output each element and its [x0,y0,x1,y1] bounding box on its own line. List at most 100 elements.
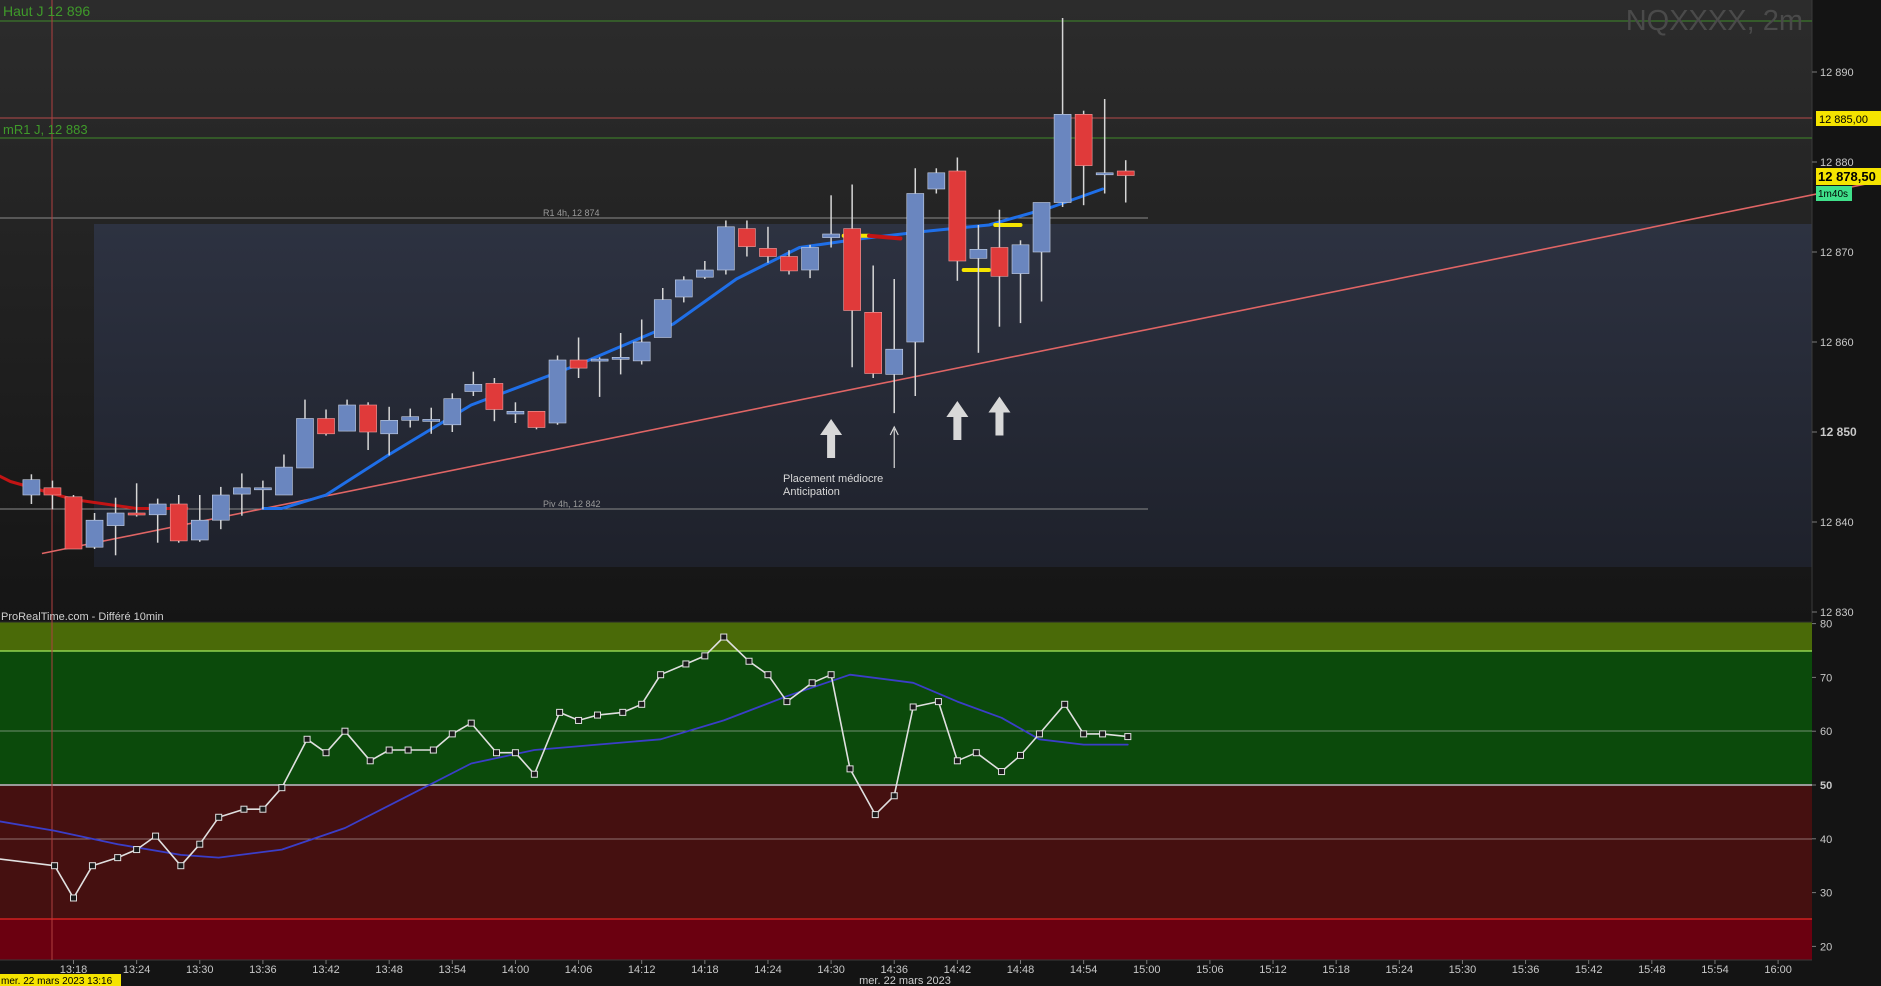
candle-body [948,170,967,262]
candle-body [990,247,1009,277]
candle-body [275,466,293,496]
candle-body [464,383,483,392]
price-tick-label: 12 880 [1820,157,1854,169]
rsi-point [448,730,456,738]
time-tick-label: 15:24 [1386,964,1414,976]
time-tick-label: 13:36 [249,964,277,976]
rsi-point [619,708,627,716]
time-tick-label: 14:24 [754,964,782,976]
candle-body [632,341,651,362]
rsi-tick-label: 20 [1820,941,1832,953]
candle-body [527,410,546,428]
time-tick-label: 15:54 [1701,964,1729,976]
candle-body [738,228,756,247]
candle-body [906,193,925,343]
rsi-point [871,811,879,819]
rsi-point [594,711,602,719]
candle-body [1074,114,1093,166]
candle-body [717,226,735,271]
rsi-point [909,703,917,711]
time-tick-label: 14:12 [628,964,656,976]
level-piv-4h-label: Piv 4h, 12 842 [543,499,601,509]
rsi-point [70,894,77,902]
rsi-point [196,840,204,848]
level-mr1-j-label: mR1 J, 12 883 [3,122,88,137]
candle-body [864,311,882,374]
rsi-point [783,698,791,706]
time-tick-label: 14:06 [565,964,593,976]
annotation-anticipation: Anticipation [783,486,840,498]
rsi-zone-green [0,651,1812,785]
rsi-point [88,862,96,870]
time-tick-label: 15:00 [1133,964,1161,976]
candle-body [254,487,272,491]
rsi-point [657,671,665,679]
rsi-point [846,765,854,773]
time-tick-label: 14:18 [691,964,719,976]
time-tick-label: 15:36 [1512,964,1540,976]
rsi-point [1061,700,1069,708]
time-tick-label: 13:30 [186,964,214,976]
time-tick-label: 14:54 [1070,964,1098,976]
time-tick-label: 15:18 [1322,964,1350,976]
candle-body [317,418,335,435]
time-tick-label: 15:30 [1449,964,1477,976]
candle-body [85,519,104,548]
rsi-point [467,719,475,727]
candle-body [927,172,946,190]
candle-body [1053,114,1072,203]
time-tick-label: 13:42 [312,964,340,976]
candle-body [106,512,125,526]
rsi-point [366,757,374,765]
time-tick-label: 15:06 [1196,964,1224,976]
rsi-point [404,746,412,754]
price-tick-label: 12 890 [1820,67,1854,79]
candle-body [212,494,230,521]
time-tick-label: 14:00 [502,964,530,976]
rsi-point [177,862,185,870]
trading-chart[interactable]: Haut J 12 896 mR1 J, 12 883 R1 4h, 12 87… [0,0,1881,986]
rsi-zone-red [0,919,1812,960]
candle-body [780,256,798,272]
cursor-date-label: mer. 22 mars 2023 13:16 [1,976,113,986]
rsi-point [827,671,835,679]
candle-body [843,228,861,311]
rsi-tick-label: 40 [1820,834,1832,846]
candle-body [506,410,525,415]
candle-body [1116,170,1135,176]
candle-body [22,479,41,496]
rsi-tick-label: 80 [1820,619,1832,631]
rsi-point [1035,730,1043,738]
candle-body [674,279,693,298]
candle-body [590,358,609,362]
level-tag: 12 885,00 [1819,114,1868,126]
candle-body [801,247,819,271]
rsi-point [556,708,564,716]
candle-body [969,249,988,259]
candle-body [759,248,777,257]
rsi-point [1080,730,1088,738]
rsi-point [701,652,709,660]
candle-body [885,348,904,375]
rsi-point [575,716,583,724]
rsi-tick-label: 30 [1820,888,1832,900]
time-tick-label: 16:00 [1764,964,1792,976]
price-tick-label: 12 830 [1820,607,1854,619]
rsi-zone-olive [0,622,1812,651]
rsi-point [638,700,646,708]
price-tick-label: 12 840 [1820,517,1854,529]
time-tick-label: 15:42 [1575,964,1603,976]
rsi-point [511,749,519,757]
rsi-point [530,770,538,778]
candle-body [569,359,588,369]
rsi-point [133,846,141,854]
rsi-point [492,749,500,757]
candle-body [380,419,398,435]
candle-body [338,404,356,432]
candle-body [422,419,441,422]
candle-body [127,512,146,516]
candle-body [1011,244,1030,274]
rsi-tick-label: 70 [1820,672,1832,684]
rsi-point [764,671,772,679]
rsi-point [998,768,1006,776]
